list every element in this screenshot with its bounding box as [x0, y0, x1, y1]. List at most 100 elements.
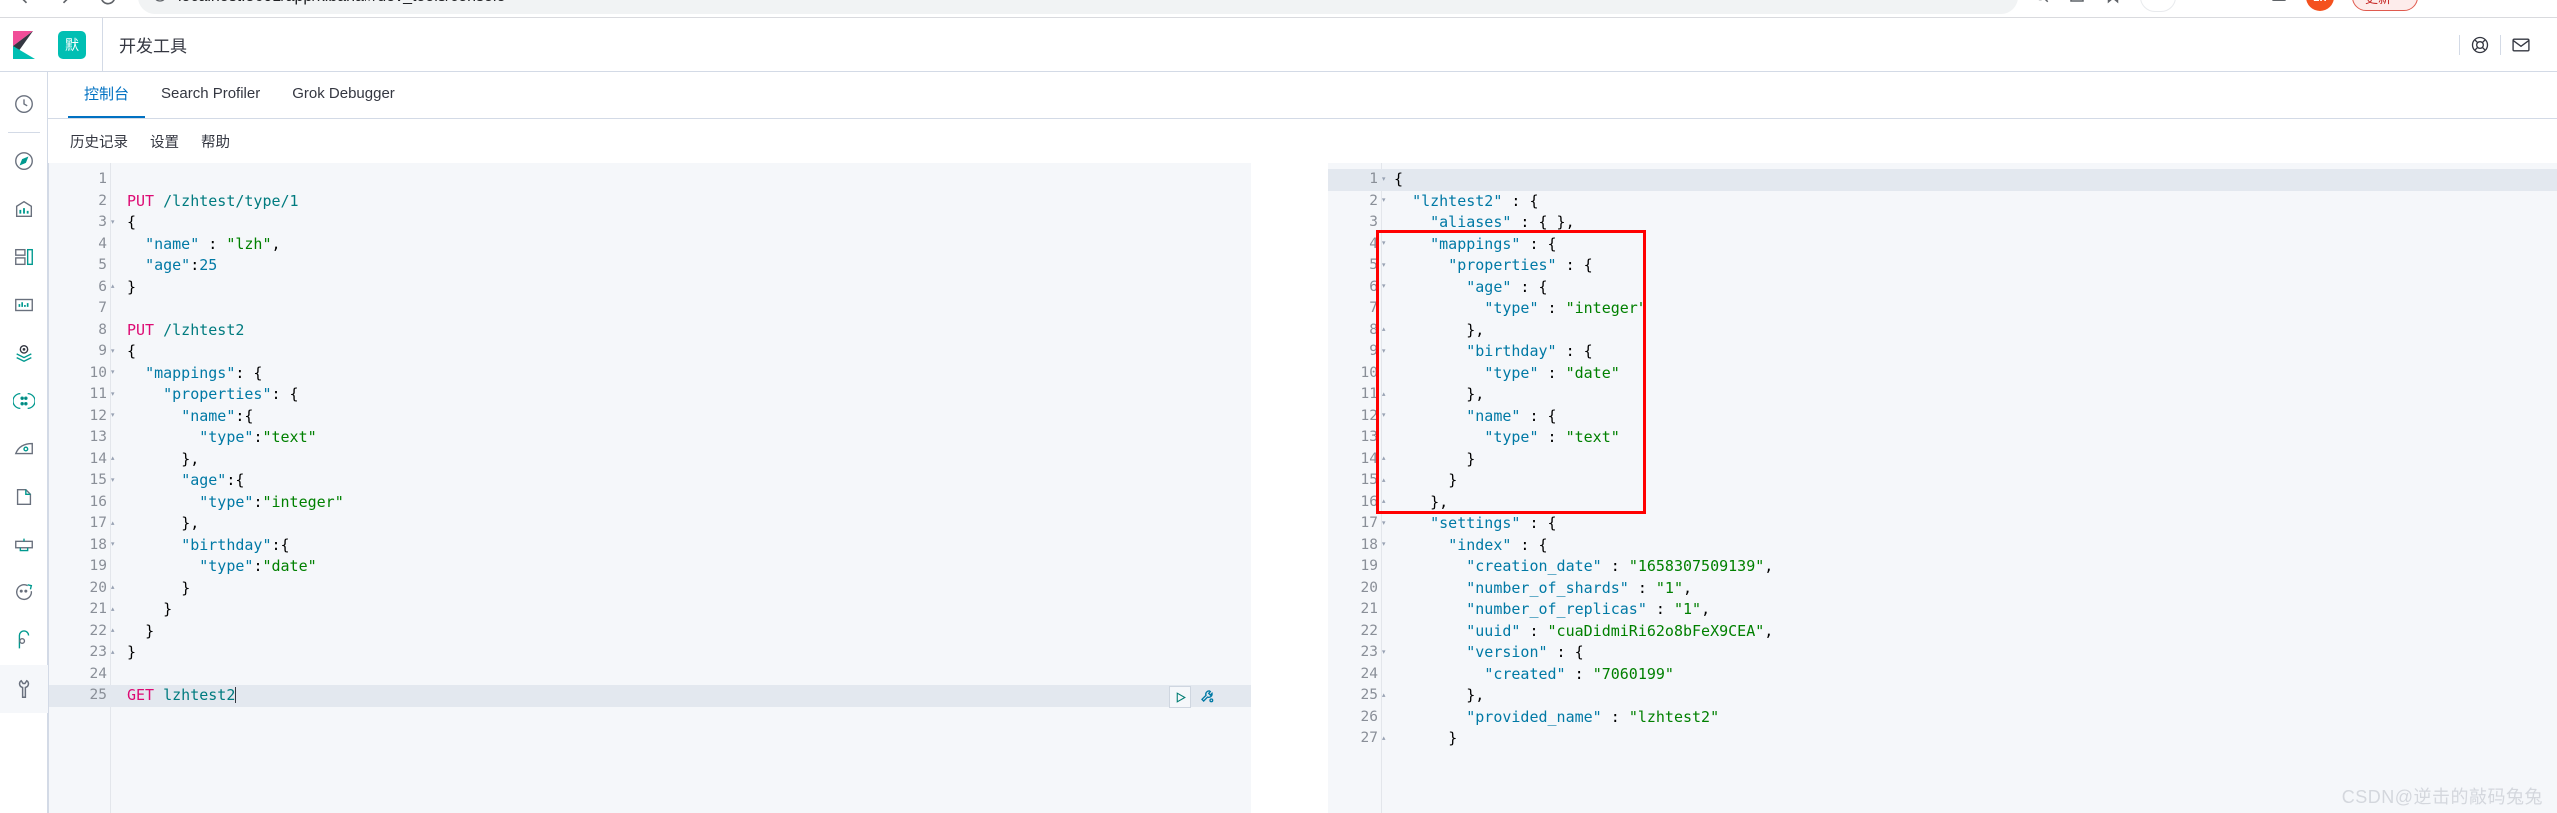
token-punc: },	[1466, 385, 1485, 403]
site-info-icon[interactable]	[152, 0, 168, 8]
code-line[interactable]: 14 ▴ }	[1328, 449, 2557, 471]
toolbar-help-button[interactable]: 帮助	[201, 131, 230, 152]
extension-icon[interactable]	[2194, 0, 2214, 10]
console-response-viewer[interactable]: 1 ▾{2 ▾ "lzhtest2" : {3 "aliases" : { }, 4 ▾…	[1328, 163, 2557, 813]
code-line[interactable]: 16 "type":"integer"	[49, 492, 1251, 514]
sidebar-icon[interactable]	[2270, 0, 2288, 9]
code-line[interactable]: 18 ▾ "index" : {	[1328, 535, 2557, 557]
code-line[interactable]: 9 ▾ {	[49, 341, 1251, 363]
code-line[interactable]: 21 "number_of_replicas" : "1",	[1328, 599, 2557, 621]
split-icon[interactable]	[2232, 0, 2252, 10]
code-line[interactable]: 15 ▴ }	[1328, 470, 2557, 492]
code-line[interactable]: 25 ▴ },	[1328, 685, 2557, 707]
code-line[interactable]: 24	[49, 664, 1251, 686]
code-line[interactable]: 24 "created" : "7060199"	[1328, 664, 2557, 686]
mail-icon[interactable]	[2501, 25, 2541, 65]
tab-search-profiler[interactable]: Search Profiler	[145, 71, 276, 118]
tab-grok-debugger[interactable]: Grok Debugger	[276, 71, 411, 118]
code-line[interactable]: 21 ▴ }	[49, 599, 1251, 621]
avatar[interactable]: zh	[2306, 0, 2334, 11]
code-line[interactable]: 12 ▾ "name":{	[49, 406, 1251, 428]
sidebar-item-machine-learning[interactable]	[0, 377, 48, 425]
code-line[interactable]: 2 PUT /lzhtest/type/1	[49, 191, 1251, 213]
code-line[interactable]: 1 ▾ {	[1328, 169, 2557, 191]
sidebar-item-dev-tools[interactable]	[0, 665, 48, 713]
request-options-button[interactable]	[1197, 686, 1219, 708]
translate-pill[interactable]	[2140, 0, 2176, 12]
code-line[interactable]: 15 ▾ "age":{	[49, 470, 1251, 492]
code-line[interactable]: 17 ▾ "settings" : {	[1328, 513, 2557, 535]
search-icon[interactable]	[2032, 0, 2050, 9]
code-line[interactable]: 2 ▾ "lzhtest2" : {	[1328, 191, 2557, 213]
code-line[interactable]: 7	[49, 298, 1251, 320]
code-line[interactable]: 10 ▾ "mappings": {	[49, 363, 1251, 385]
sidebar-item-discover[interactable]	[0, 137, 48, 185]
code-line[interactable]: 26 "provided_name" : "lzhtest2"	[1328, 707, 2557, 729]
code-line[interactable]: 1	[49, 169, 1251, 191]
code-line[interactable]: 17 ▴ },	[49, 513, 1251, 535]
sidebar-item-apm[interactable]	[0, 521, 48, 569]
code-line[interactable]: 4 "name" : "lzh",	[49, 234, 1251, 256]
back-arrow-icon[interactable]	[14, 0, 34, 7]
sidebar-item-uptime[interactable]	[0, 569, 48, 617]
bookmark-icon[interactable]	[2104, 0, 2122, 9]
line-number: 3	[1369, 214, 1378, 230]
forward-arrow-icon[interactable]	[56, 0, 76, 7]
sidebar-item-canvas[interactable]	[0, 281, 48, 329]
code-line[interactable]: 27 ▴ }	[1328, 728, 2557, 750]
code-line[interactable]: 13 "type" : "text"	[1328, 427, 2557, 449]
sidebar-item-siem[interactable]	[0, 617, 48, 665]
code-line[interactable]: 3 ▾ {	[49, 212, 1251, 234]
share-icon[interactable]	[2068, 0, 2086, 9]
code-line[interactable]: 4 ▾ "mappings" : {	[1328, 234, 2557, 256]
code-line[interactable]: 23 ▴}	[49, 642, 1251, 664]
code-line[interactable]: 8 ▴ },	[1328, 320, 2557, 342]
code-text: "name" : "lzh",	[111, 234, 1251, 256]
tab-console[interactable]: 控制台	[68, 71, 146, 118]
sidebar-item-visualize[interactable]	[0, 185, 48, 233]
help-lifebuoy-icon[interactable]	[2460, 25, 2500, 65]
update-button[interactable]: 更新	[2352, 0, 2419, 11]
code-line[interactable]: 22 "uuid" : "cuaDidmiRi62o8bFeX9CEA",	[1328, 621, 2557, 643]
address-bar[interactable]: localhost:5601/app/kibana#/dev_tools/con…	[138, 0, 2018, 14]
code-line[interactable]: 7 "type" : "integer"	[1328, 298, 2557, 320]
code-line[interactable]: 13 "type":"text"	[49, 427, 1251, 449]
token-key: "properties"	[1448, 256, 1557, 274]
code-line[interactable]: 6 ▴}	[49, 277, 1251, 299]
code-line[interactable]: 19 "type":"date"	[49, 556, 1251, 578]
code-line[interactable]: 25 GET lzhtest2	[49, 685, 1251, 707]
send-request-button[interactable]	[1169, 686, 1191, 708]
space-avatar[interactable]: 默	[58, 30, 86, 59]
code-line[interactable]: 20 ▴ }	[49, 578, 1251, 600]
code-line[interactable]: 11 ▾ "properties": {	[49, 384, 1251, 406]
code-line[interactable]: 23 ▾ "version" : {	[1328, 642, 2557, 664]
sidebar-item-maps[interactable]	[0, 329, 48, 377]
code-line[interactable]: 10 "type" : "date"	[1328, 363, 2557, 385]
code-line[interactable]: 3 "aliases" : { },	[1328, 212, 2557, 234]
code-line[interactable]: 11 ▴ },	[1328, 384, 2557, 406]
code-line[interactable]: 6 ▾ "age" : {	[1328, 277, 2557, 299]
code-text: "creation_date" : "1658307509139",	[1382, 556, 2557, 578]
pane-splitter[interactable]	[1251, 163, 1328, 813]
toolbar-history-button[interactable]: 历史记录	[70, 131, 128, 152]
sidebar-item-recently-viewed[interactable]	[0, 80, 48, 128]
code-line[interactable]: 20 "number_of_shards" : "1",	[1328, 578, 2557, 600]
code-line[interactable]: 22 ▴ }	[49, 621, 1251, 643]
code-line[interactable]: 19 "creation_date" : "1658307509139",	[1328, 556, 2557, 578]
code-line[interactable]: 16 ▴ },	[1328, 492, 2557, 514]
code-line[interactable]: 14 ▴ },	[49, 449, 1251, 471]
sidebar-item-dashboard[interactable]	[0, 233, 48, 281]
reload-icon[interactable]	[98, 0, 118, 7]
console-request-editor[interactable]: 1 2 PUT /lzhtest/type/1 3 ▾{4 "name" : "lzh"…	[48, 163, 1251, 813]
code-line[interactable]: 8 PUT /lzhtest2	[49, 320, 1251, 342]
toolbar-settings-button[interactable]: 设置	[150, 131, 179, 152]
code-line[interactable]: 5 "age":25	[49, 255, 1251, 277]
editor-lines[interactable]: 1 2 PUT /lzhtest/type/1 3 ▾{4 "name" : "lzh"…	[49, 163, 1251, 707]
sidebar-item-infrastructure[interactable]	[0, 425, 48, 473]
code-line[interactable]: 5 ▾ "properties" : {	[1328, 255, 2557, 277]
kibana-logo[interactable]	[0, 18, 48, 72]
sidebar-item-logs[interactable]	[0, 473, 48, 521]
code-line[interactable]: 18 ▾ "birthday":{	[49, 535, 1251, 557]
code-line[interactable]: 12 ▾ "name" : {	[1328, 406, 2557, 428]
code-line[interactable]: 9 ▾ "birthday" : {	[1328, 341, 2557, 363]
